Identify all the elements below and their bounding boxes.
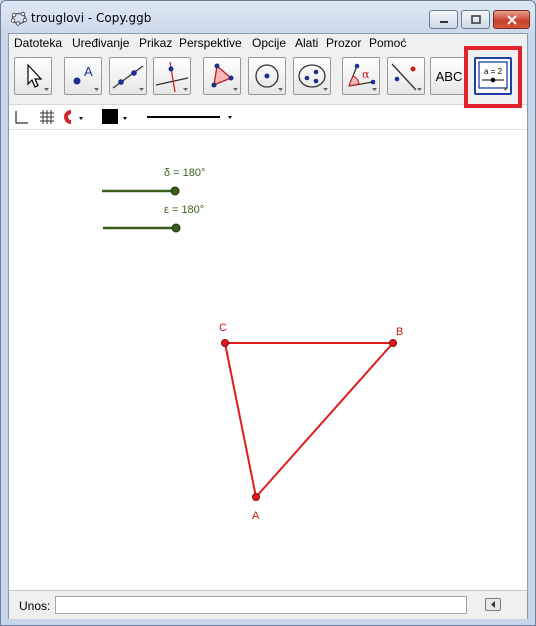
window-title: trouglovi - Copy.ggb <box>31 11 152 25</box>
point-c[interactable] <box>221 339 229 347</box>
minimize-button[interactable] <box>429 10 458 29</box>
menu-prikaz[interactable]: Prikaz <box>139 36 172 50</box>
axes-toggle-icon[interactable] <box>13 109 29 125</box>
menu-datoteka[interactable]: Datoteka <box>14 36 62 50</box>
reflect-icon <box>391 63 422 91</box>
perpendicular-line-icon <box>155 61 189 93</box>
toolbar: A α ABC a = 2 <box>9 52 527 105</box>
input-label: Unos: <box>19 599 51 613</box>
slider-epsilon-handle[interactable] <box>171 223 181 233</box>
circle-center-point-icon <box>255 64 283 91</box>
line-style-icon[interactable] <box>144 109 240 125</box>
graphics-view[interactable]: δ = 180° ε = 180° C B A <box>9 130 527 588</box>
grid-toggle-icon[interactable] <box>39 109 55 125</box>
line-tool-button[interactable] <box>109 57 147 95</box>
ellipse-tool-button[interactable] <box>293 57 331 95</box>
app-window: trouglovi - Copy.ggb Datoteka Uređivanje… <box>0 0 536 626</box>
perpendicular-tool-button[interactable] <box>153 57 191 95</box>
magnet-snap-icon[interactable] <box>61 109 85 125</box>
close-icon <box>506 14 517 25</box>
text-tool-button[interactable]: ABC <box>430 57 468 95</box>
reflect-tool-button[interactable] <box>387 57 425 95</box>
segment-ac[interactable] <box>224 342 257 498</box>
menu-perspektive[interactable]: Perspektive <box>179 36 242 50</box>
point-a[interactable] <box>252 493 260 501</box>
menu-opcije[interactable]: Opcije <box>252 36 286 50</box>
ellipse-icon <box>298 64 328 91</box>
point-tool-letter: A <box>84 64 93 79</box>
menu-alati[interactable]: Alati <box>295 36 318 50</box>
input-field[interactable] <box>55 596 467 614</box>
text-icon: ABC <box>435 68 463 84</box>
point-b[interactable] <box>389 339 397 347</box>
maximize-icon <box>470 14 481 24</box>
move-tool-button[interactable] <box>14 57 52 95</box>
close-button[interactable] <box>493 10 530 29</box>
menu-prozor[interactable]: Prozor <box>326 36 361 50</box>
graphics-drawing <box>102 186 397 501</box>
color-picker-icon[interactable] <box>101 109 133 125</box>
menu-uredivanje[interactable]: Uređivanje <box>72 36 129 50</box>
style-bar <box>9 105 527 130</box>
arrow-cursor-icon <box>27 63 49 91</box>
polygon-icon <box>211 63 238 91</box>
angle-tool-button[interactable]: α <box>342 57 380 95</box>
circle-tool-button[interactable] <box>248 57 286 95</box>
menu-bar: Datoteka Uređivanje Prikaz Perspektive O… <box>9 34 527 52</box>
angle-tool-letter: α <box>362 68 370 81</box>
app-client-area: Datoteka Uređivanje Prikaz Perspektive O… <box>8 33 528 619</box>
maximize-button[interactable] <box>461 10 490 29</box>
point-tool-button[interactable]: A <box>64 57 102 95</box>
slider-tool-highlight-box <box>464 46 522 108</box>
minimize-icon <box>439 20 448 23</box>
triangle-left-icon <box>491 601 495 608</box>
title-bar: trouglovi - Copy.ggb <box>1 1 535 33</box>
slider-delta-handle[interactable] <box>170 186 180 196</box>
input-help-button[interactable] <box>485 598 501 611</box>
input-bar: Unos: <box>9 590 527 619</box>
line-through-points-icon <box>112 65 144 91</box>
segment-ba[interactable] <box>255 342 394 498</box>
geogebra-app-icon <box>11 11 27 26</box>
angle-icon: α <box>348 63 377 91</box>
point-icon: A <box>73 64 99 91</box>
menu-pomoc[interactable]: Pomoć <box>369 36 406 50</box>
polygon-tool-button[interactable] <box>203 57 241 95</box>
